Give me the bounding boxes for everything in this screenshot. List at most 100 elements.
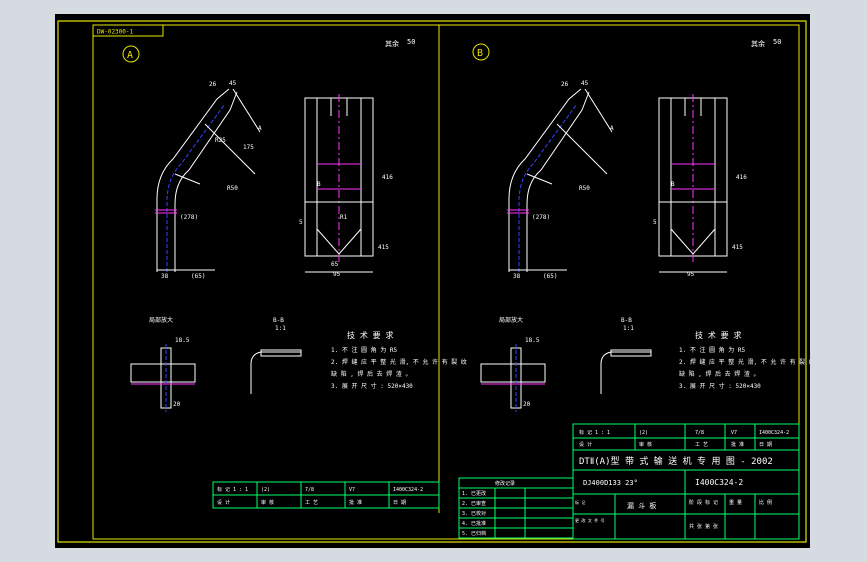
mini-r2c4: 批 准 — [349, 499, 362, 506]
mini-r1c3: 7/8 — [305, 487, 314, 493]
dim-a4: R25 — [215, 137, 226, 144]
profile-inner-a — [174, 91, 238, 272]
tb-hdr4: 更 改 文 件 号 — [575, 517, 605, 523]
section-b-hatch — [610, 349, 652, 357]
leader-b — [526, 173, 553, 185]
dim-b-a5: R50 — [579, 185, 590, 192]
section-a-label: B-B — [273, 317, 284, 324]
tb-sheet: 共 张 第 张 — [689, 523, 718, 530]
dim-b5: 65 — [331, 261, 339, 268]
tech-item-a1: 1. 不 注 圆 角 为 R5 — [331, 346, 398, 354]
view-a: A 其余 50 26 45 A R25 R50 175 (278) 38 (65… — [122, 38, 467, 509]
view-b: B 其余 50 26 45 A R50 (278) 38 (65) 416 B … — [472, 38, 810, 412]
detail-b-label: 局部放大 — [499, 316, 523, 324]
tb-r1c1: 标 记 1 : 1 — [579, 429, 610, 436]
dim-b4: R1 — [340, 214, 348, 221]
dim-a-line1 — [232, 88, 261, 133]
dim-b-a8: 38 — [513, 273, 521, 280]
dim-b6: 415 — [378, 244, 389, 251]
cad-drawing: DW-02300-1 A 其余 50 26 45 A R25 R50 175 (… — [57, 20, 810, 543]
dim-b-b3: 5 — [653, 219, 657, 226]
tb-r1c2: (2) — [639, 430, 648, 436]
mini-r2c2: 审 核 — [261, 499, 274, 506]
dim-b-d1: 18.5 — [525, 337, 540, 344]
dim-a7: (278) — [180, 214, 198, 221]
dim-a1: 26 — [209, 81, 217, 88]
dim-b-line2 — [556, 123, 608, 175]
section-a-shape — [250, 351, 301, 394]
dim-a8: 38 — [161, 273, 169, 280]
tech-item-b2: 2. 焊 缝 应 平 整 光 滑, 不 允 许 有 裂 纹 — [679, 358, 810, 366]
tb-weight: 重 量 — [729, 499, 742, 506]
dim-b-b2: B — [671, 181, 675, 188]
profile-outer-a — [156, 88, 230, 272]
tb-r1c5: I400C324-2 — [759, 430, 789, 436]
tb-r2c2: 审 核 — [639, 441, 652, 448]
title-block-spec: DJ400D133 23° — [583, 479, 638, 487]
dim-b-a9: (65) — [543, 273, 557, 280]
mini-r2c3: 工 艺 — [305, 500, 318, 506]
dim-b-line1 — [584, 88, 613, 133]
roughness-a: 其余 — [385, 39, 399, 48]
tech-item-b3: 缺 陷 , 焊 后 去 焊 渣 。 — [679, 370, 760, 378]
dim-b-a2: 45 — [581, 80, 589, 87]
view-b-label: B — [477, 48, 483, 59]
roughness-b-value: 50 — [773, 38, 781, 46]
mini-r1c5: I400C324-2 — [393, 487, 423, 493]
section-b-label: B-B — [621, 317, 632, 324]
detail-b-plate — [480, 363, 546, 383]
revision-row3: 3. 已校对 — [462, 510, 486, 517]
tb-r2c1: 设 计 — [579, 441, 592, 448]
tb-scale: 比 例 — [759, 499, 772, 506]
dim-a6: 175 — [243, 144, 254, 151]
dim-d1: 18.5 — [175, 337, 190, 344]
dim-b-d3: 20 — [523, 401, 531, 408]
code-box-text: DW-02300-1 — [97, 29, 134, 36]
dim-b-b1: 416 — [736, 174, 747, 181]
dim-b-a7: (278) — [532, 214, 550, 221]
tb-r1c3: 7/8 — [695, 430, 704, 436]
cad-viewport[interactable]: DW-02300-1 A 其余 50 26 45 A R25 R50 175 (… — [55, 14, 810, 548]
tb-r2c3: 工 艺 — [695, 442, 708, 448]
mini-r1c1: 标 记 1 : 1 — [217, 486, 248, 493]
tech-item-b1: 1. 不 注 圆 角 为 R5 — [679, 346, 746, 354]
mini-r2c5: 日 期 — [393, 500, 406, 506]
mini-r1c4: V7 — [349, 487, 355, 493]
view-a-label: A — [127, 50, 133, 61]
dim-b-a3: A — [610, 125, 614, 132]
section-a-scale: 1:1 — [275, 325, 286, 332]
profile-outer-b — [508, 88, 582, 272]
section-b-shape — [600, 351, 651, 394]
section-a-hatch — [260, 349, 302, 357]
title-block-number: I400C324-2 — [695, 478, 743, 487]
dim-a3: A — [258, 125, 262, 132]
tech-item-a4: 3. 展 开 尺 寸 : 520×430 — [331, 382, 413, 390]
revision-row1: 1. 已更改 — [462, 490, 486, 497]
dim-b2: B — [317, 181, 321, 188]
tb-r2c5: 日 期 — [759, 442, 772, 448]
dim-b-a1: 26 — [561, 81, 569, 88]
profile-inner-b — [526, 91, 590, 272]
dim-a5: R50 — [227, 185, 238, 192]
tech-item-a3: 缺 陷 , 焊 后 去 焊 渣 。 — [331, 370, 412, 378]
detail-a-plate — [130, 363, 196, 383]
dim-b1: 416 — [382, 174, 393, 181]
revision-table — [458, 477, 574, 539]
revision-row2: 2. 已审查 — [462, 500, 486, 507]
dim-b-b6: 415 — [732, 244, 743, 251]
tech-item-a2: 2. 焊 缝 应 平 整 光 滑, 不 允 许 有 裂 纹 — [331, 358, 467, 366]
tb-stage: 阶 段 标 记 — [689, 499, 718, 506]
mini-r1c2: (2) — [261, 487, 270, 493]
dim-d3: 20 — [173, 401, 181, 408]
revision-title: 修改记录 — [495, 480, 515, 487]
dim-a2: 45 — [229, 80, 237, 87]
dim-a9: (65) — [191, 273, 205, 280]
tech-title-b: 技 术 要 求 — [695, 330, 741, 340]
revision-row4: 4. 已批准 — [462, 520, 486, 527]
tb-hdr1: 标 记 — [575, 499, 585, 505]
title-block-title: DTⅡ(A)型 带 式 输 送 机 专 用 图 - 2002 — [579, 455, 773, 467]
revision-row5: 5. 已归档 — [462, 530, 486, 537]
dim-b3: 5 — [299, 219, 303, 226]
title-block-part: 漏 斗 板 — [627, 501, 656, 510]
tech-item-b4: 3. 展 开 尺 寸 : 520×430 — [679, 382, 761, 390]
